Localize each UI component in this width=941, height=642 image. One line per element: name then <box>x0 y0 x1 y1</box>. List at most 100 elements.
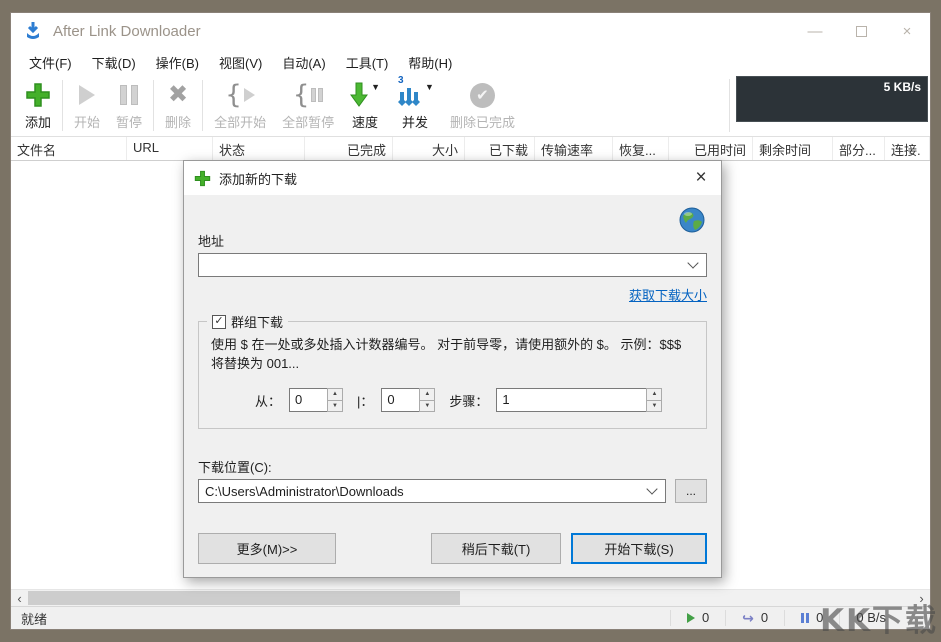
queued-downloads-pane: ↪ 0 <box>725 610 784 625</box>
step-label: 步骤： <box>449 391 488 410</box>
to-value[interactable]: 0 <box>381 388 419 412</box>
pause-all-icon: { <box>293 78 324 112</box>
menu-help[interactable]: 帮助(H) <box>398 50 462 75</box>
to-spinner[interactable]: 0 ▲▼ <box>381 388 435 412</box>
column-remaining-time[interactable]: 剩余时间 <box>753 137 833 160</box>
toolbar-separator <box>153 80 154 131</box>
queued-count: 0 <box>761 610 768 625</box>
spin-down-icon[interactable]: ▼ <box>420 401 434 412</box>
window-controls: — × <box>792 13 930 49</box>
from-value[interactable]: 0 <box>289 388 327 412</box>
column-completed[interactable]: 已完成 <box>305 137 393 160</box>
add-plus-icon <box>194 170 211 187</box>
chevron-down-icon[interactable] <box>646 483 657 494</box>
menu-operation[interactable]: 操作(B) <box>146 50 209 75</box>
menu-download[interactable]: 下载(D) <box>82 50 146 75</box>
concurrency-button[interactable]: 3 ▼ 并发 <box>388 75 442 136</box>
column-status[interactable]: 状态 <box>213 137 305 160</box>
get-download-size-link[interactable]: 获取下载大小 <box>629 285 707 304</box>
start-download-button[interactable]: 开始下载(S) <box>571 533 707 564</box>
dialog-title-bar: 添加新的下载 × <box>184 161 721 195</box>
toolbar-separator <box>729 79 730 132</box>
list-column-headers: 文件名 URL 状态 已完成 大小 已下载 传输速率 恢复... 已用时间 剩余… <box>11 137 930 161</box>
scroll-left-icon[interactable]: ‹ <box>11 590 28 607</box>
dialog-body: 地址 获取下载大小 ✓ 群组下载 使用 $ 在一处或多处插入计数器编号。 对于前… <box>184 195 721 577</box>
delete-x-icon: ✖ <box>168 78 188 112</box>
delete-button[interactable]: ✖ 删除 <box>157 75 199 136</box>
close-icon[interactable]: × <box>681 161 721 195</box>
group-download-checkbox[interactable]: ✓ <box>212 315 226 329</box>
spin-up-icon[interactable]: ▲ <box>420 389 434 401</box>
dialog-title: 添加新的下载 <box>219 169 297 188</box>
column-parts[interactable]: 部分... <box>833 137 885 160</box>
pause-button[interactable]: 暂停 <box>108 75 150 136</box>
window-title: After Link Downloader <box>53 23 201 40</box>
group-download-label: 群组下载 <box>231 312 283 331</box>
play-icon <box>79 78 95 112</box>
speed-button[interactable]: ▼ 速度 <box>342 75 388 136</box>
start-button[interactable]: 开始 <box>66 75 108 136</box>
app-logo-icon <box>23 21 43 41</box>
concurrency-arrows-icon: 3 ▼ <box>396 78 434 112</box>
add-button[interactable]: 添加 <box>17 75 59 136</box>
menu-tools[interactable]: 工具(T) <box>336 50 399 75</box>
menu-bar: 文件(F) 下载(D) 操作(B) 视图(V) 自动(A) 工具(T) 帮助(H… <box>11 49 930 75</box>
redo-arrow-icon: ↪ <box>742 611 754 625</box>
from-label: 从： <box>255 391 281 410</box>
spin-up-icon[interactable]: ▲ <box>647 389 661 401</box>
chevron-down-icon[interactable] <box>687 257 698 268</box>
play-icon <box>687 613 695 623</box>
column-transfer-rate[interactable]: 传输速率 <box>535 137 613 160</box>
column-size[interactable]: 大小 <box>393 137 465 160</box>
counter-controls-row: 从： 0 ▲▼ |： 0 ▲▼ 步骤： 1 ▲▼ <box>199 388 694 412</box>
start-all-button[interactable]: { 全部开始 <box>206 75 274 136</box>
toolbar: 添加 开始 暂停 ✖ 删除 { 全部开始 { 全部暂停 ▼ <box>11 75 930 137</box>
pause-icon <box>120 78 138 112</box>
active-downloads-pane: 0 <box>670 610 725 625</box>
clear-completed-button[interactable]: ✔ 删除已完成 <box>442 75 523 136</box>
column-filename[interactable]: 文件名 <box>11 137 127 160</box>
status-text: 就绪 <box>11 609 57 628</box>
clear-completed-icon: ✔ <box>470 78 495 112</box>
download-later-button[interactable]: 稍后下载(T) <box>431 533 561 564</box>
download-location-row: C:\Users\Administrator\Downloads ... <box>198 479 707 503</box>
minimize-icon[interactable]: — <box>792 13 838 49</box>
chevron-down-icon: ▼ <box>371 82 380 92</box>
menu-view[interactable]: 视图(V) <box>209 50 272 75</box>
browse-button[interactable]: ... <box>675 479 707 503</box>
column-connections[interactable]: 连接. <box>885 137 930 160</box>
spin-down-icon[interactable]: ▼ <box>647 401 661 412</box>
toolbar-separator <box>62 80 63 131</box>
menu-auto[interactable]: 自动(A) <box>272 50 335 75</box>
group-download-box: ✓ 群组下载 使用 $ 在一处或多处插入计数器编号。 对于前导零，请使用额外的 … <box>198 321 707 429</box>
maximize-icon[interactable] <box>838 13 884 49</box>
download-location-value[interactable]: C:\Users\Administrator\Downloads <box>205 484 642 499</box>
column-downloaded[interactable]: 已下载 <box>465 137 535 160</box>
column-resume[interactable]: 恢复... <box>613 137 669 160</box>
address-combobox[interactable] <box>198 253 707 277</box>
spin-down-icon[interactable]: ▼ <box>328 401 342 412</box>
dialog-actions: 更多(M)>> 稍后下载(T) 开始下载(S) <box>198 533 707 564</box>
speed-graph-panel: 5 KB/s <box>736 76 928 122</box>
spin-up-icon[interactable]: ▲ <box>328 389 342 401</box>
close-icon[interactable]: × <box>884 13 930 49</box>
more-options-button[interactable]: 更多(M)>> <box>198 533 336 564</box>
menu-file[interactable]: 文件(F) <box>19 50 82 75</box>
step-spinner[interactable]: 1 ▲▼ <box>496 388 662 412</box>
pause-icon <box>801 613 809 623</box>
title-bar: After Link Downloader — × <box>11 13 930 49</box>
status-bar: 就绪 0 ↪ 0 0 0 B/s <box>11 606 930 629</box>
download-location-label: 下载位置(C): <box>198 457 272 476</box>
scrollbar-thumb[interactable] <box>28 591 460 605</box>
globe-icon <box>679 207 705 233</box>
pause-all-button[interactable]: { 全部暂停 <box>274 75 342 136</box>
step-value[interactable]: 1 <box>496 388 646 412</box>
add-plus-icon <box>25 78 51 112</box>
add-download-dialog: 添加新的下载 × 地址 获取下载大小 ✓ 群组下载 使用 $ 在一处或多处插入计… <box>183 160 722 578</box>
column-url[interactable]: URL <box>127 137 213 160</box>
from-spinner[interactable]: 0 ▲▼ <box>289 388 343 412</box>
address-label: 地址 <box>198 231 224 250</box>
download-location-combobox[interactable]: C:\Users\Administrator\Downloads <box>198 479 666 503</box>
speed-graph-label: 5 KB/s <box>884 80 921 94</box>
column-elapsed-time[interactable]: 已用时间 <box>669 137 753 160</box>
